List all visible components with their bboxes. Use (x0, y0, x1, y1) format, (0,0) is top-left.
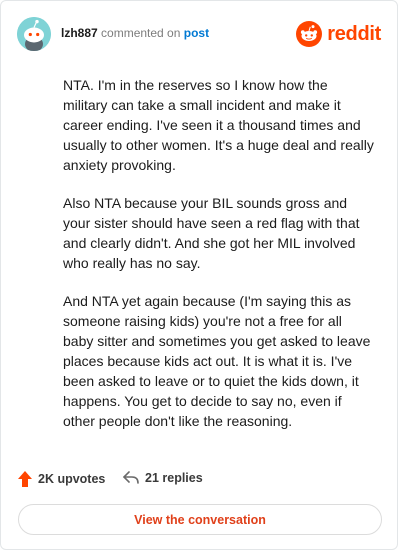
comment-body: NTA. I'm in the reserves so I know how t… (63, 75, 375, 449)
username-link[interactable]: lzh887 (61, 26, 98, 40)
comment-paragraph-2: Also NTA because your BIL sounds gross a… (63, 195, 360, 271)
upvotes-stat[interactable]: 2K upvotes (18, 471, 105, 487)
comment-paragraph-3: And NTA yet again because (I'm saying th… (63, 293, 371, 429)
replies-count: 21 replies (145, 471, 203, 485)
comment-header: lzh887 commented on post reddit (17, 17, 381, 53)
reply-arrow-icon (123, 471, 139, 484)
snoo-avatar-icon (17, 17, 51, 51)
upvote-arrow-icon (18, 471, 32, 487)
comment-footer: 2K upvotes 21 replies (18, 469, 380, 491)
view-conversation-button[interactable]: View the conversation (18, 504, 382, 535)
reddit-wordmark: reddit (327, 22, 381, 45)
post-link[interactable]: post (184, 26, 209, 40)
upvotes-count: 2K upvotes (38, 472, 106, 486)
avatar[interactable] (17, 17, 51, 51)
comment-paragraph-1: NTA. I'm in the reserves so I know how t… (63, 77, 374, 173)
commented-on-text: commented on (101, 26, 181, 40)
reddit-snoo-icon (296, 21, 323, 47)
comment-card: lzh887 commented on post reddit NTA. I'm… (0, 0, 398, 550)
replies-stat[interactable]: 21 replies (123, 471, 203, 485)
reddit-logo[interactable]: reddit (296, 20, 381, 48)
comment-meta: lzh887 commented on post (61, 26, 209, 40)
